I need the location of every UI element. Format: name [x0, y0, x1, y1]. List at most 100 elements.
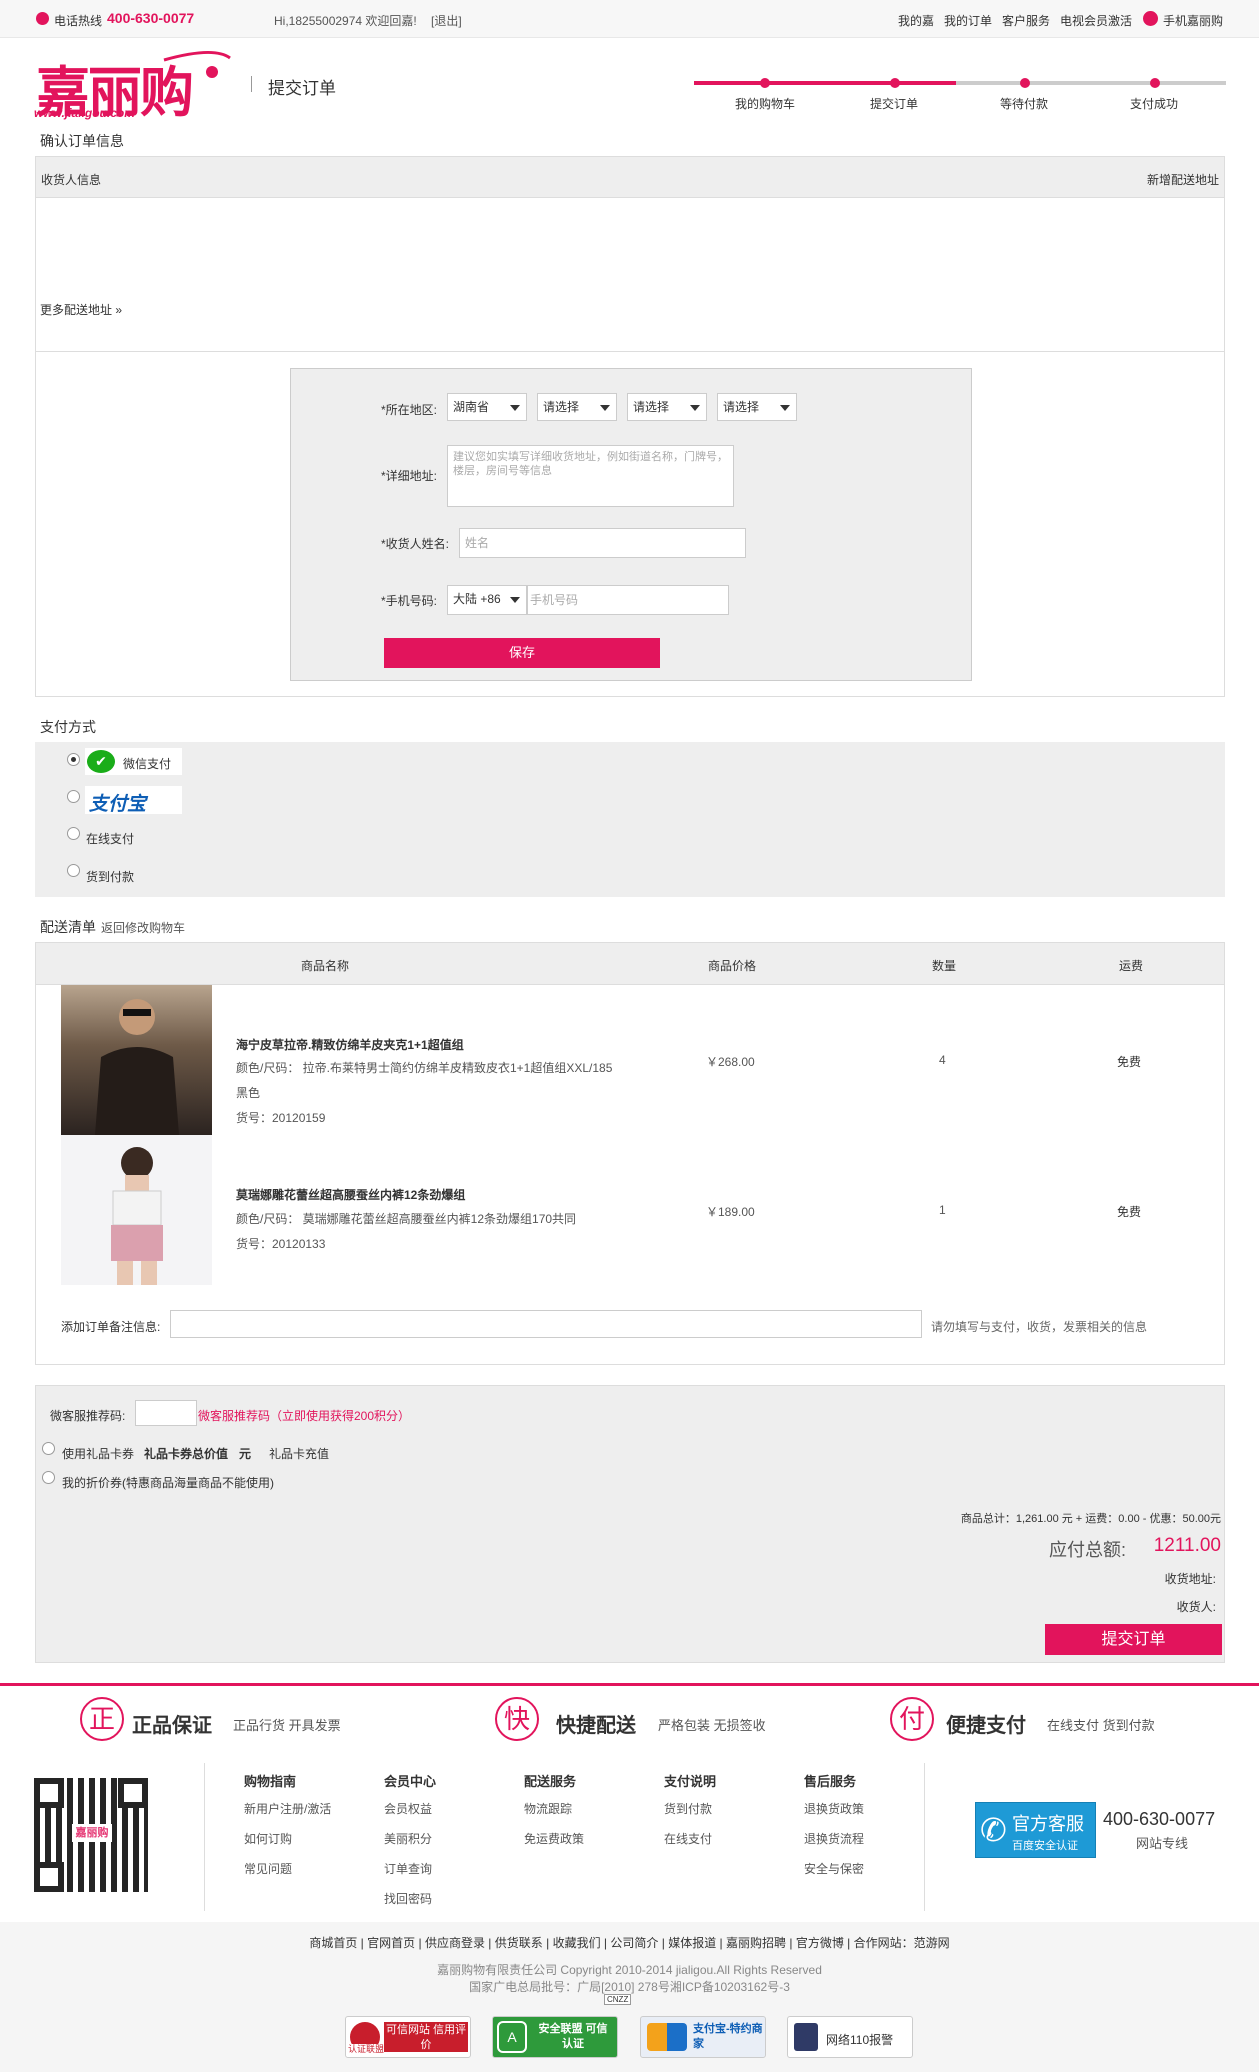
confirm-title: 确认订单信息: [40, 133, 124, 149]
radio-online[interactable]: [67, 827, 80, 840]
footer-link-online[interactable]: 在线支付: [664, 1830, 712, 1847]
footer-link-register[interactable]: 新用户注册/激活: [244, 1800, 331, 1817]
wechat-option[interactable]: ✔ 微信支付: [85, 748, 182, 775]
col-shipping: 运费: [1119, 959, 1144, 973]
item-1-sku: 货号：20120159: [236, 1111, 326, 1125]
radio-coupon[interactable]: [42, 1471, 55, 1484]
alipay-logo: 支付宝: [89, 794, 147, 815]
cnzz-badge[interactable]: CNZZ: [604, 1994, 632, 2005]
footer-link-faq[interactable]: 常见问题: [244, 1860, 292, 1877]
hotline-label: 电话热线: [54, 14, 103, 28]
footer-link-security[interactable]: 安全与保密: [804, 1860, 864, 1877]
phone-input[interactable]: 手机号码: [527, 585, 729, 615]
bottom-link-about[interactable]: 公司简介: [610, 1936, 658, 1950]
service-phone: 400-630-0077: [1103, 1809, 1216, 1829]
logo[interactable]: 嘉丽购 www.jialigou.com: [34, 46, 234, 124]
footer-link-order-query[interactable]: 订单查询: [384, 1860, 432, 1877]
official-service-button[interactable]: ✆ 官方客服 百度安全认证: [975, 1802, 1096, 1858]
country-code-select[interactable]: 大陆 +86: [447, 585, 527, 615]
detail-address-input[interactable]: 建议您如实填写详细收货地址，例如街道名称，门牌号，楼层，房间号等信息: [447, 445, 734, 507]
step-dot-pay: [1020, 78, 1030, 88]
receiver-name-input[interactable]: 姓名: [459, 528, 746, 558]
bottom-link-site-home[interactable]: 官网首页: [367, 1936, 415, 1950]
order-note-input[interactable]: [170, 1310, 922, 1338]
item-1-name[interactable]: 海宁皮草拉帝.精致仿绵羊皮夹克1+1超值组: [236, 1036, 464, 1053]
referrer-input[interactable]: [135, 1400, 197, 1426]
bottom-link-supplier-login[interactable]: 供应商登录: [425, 1936, 485, 1950]
radio-giftcard[interactable]: [42, 1442, 55, 1455]
product-image-underwear[interactable]: [61, 1135, 212, 1285]
qr-finder-bl: [34, 1862, 64, 1892]
wechat-icon: ✔: [87, 750, 115, 773]
order-note-hint: 请勿填写与支付，收货，发票相关的信息: [931, 1320, 1148, 1334]
badge-trusted-site[interactable]: 认证联盟 可信网站 信用评价: [345, 2016, 471, 2058]
save-button[interactable]: 保存: [384, 638, 660, 668]
badge-security-text: 安全联盟 可信认证: [538, 2023, 608, 2050]
referrer-label: 微客服推荐码:: [50, 1409, 126, 1423]
bottom-link-media[interactable]: 媒体报道: [668, 1936, 716, 1950]
bottom-link-supply-contact[interactable]: 供货联系: [495, 1936, 543, 1950]
receiver-divider: [36, 351, 1224, 352]
guarantee-genuine: 正 正品保证 正品行货 开具发票: [80, 1697, 380, 1745]
receiver-title: 收货人信息: [41, 173, 102, 187]
item-2-shipping: 免费: [1117, 1205, 1142, 1219]
badge-trusted-text: 可信网站 信用评价: [384, 2022, 468, 2052]
footer-link-points[interactable]: 美丽积分: [384, 1830, 432, 1847]
badge-police-text: 网络110报警: [826, 2033, 894, 2047]
province-select[interactable]: 湖南省: [447, 393, 527, 421]
badge-security-alliance[interactable]: A 安全联盟 可信认证: [492, 2016, 618, 2058]
footer-col-after-title: 售后服务: [804, 1774, 857, 1789]
top-link-myjia[interactable]: 我的嘉: [898, 12, 934, 29]
genuine-desc: 正品行货 开具发票: [233, 1718, 341, 1733]
step-label-cart: 我的购物车: [735, 97, 796, 111]
online-pay-label: 在线支付: [86, 832, 135, 846]
top-link-mobile[interactable]: 手机嘉丽购: [1163, 12, 1223, 29]
top-link-orders[interactable]: 我的订单: [944, 12, 992, 29]
more-addresses-link[interactable]: 更多配送地址 »: [40, 301, 122, 318]
submit-order-button[interactable]: 提交订单: [1045, 1624, 1222, 1655]
delivery-box: 商品名称 商品价格 数量 运费 海宁皮草拉帝.精致仿绵羊皮夹克1+1超值组 颜色…: [35, 942, 1225, 1365]
top-link-tv-activate[interactable]: 电视会员激活: [1060, 12, 1132, 29]
trusted-seal-text: 认证联盟: [348, 2044, 385, 2054]
guarantee-delivery: 快 快捷配送 严格包装 无损签收: [495, 1697, 815, 1745]
footer-link-return-flow[interactable]: 退换货流程: [804, 1830, 864, 1847]
footer-link-rights[interactable]: 会员权益: [384, 1800, 432, 1817]
district-select[interactable]: 请选择: [627, 393, 707, 421]
back-to-cart-link[interactable]: 返回修改购物车: [101, 919, 185, 936]
qr-code: 嘉丽购: [34, 1778, 148, 1892]
bottom-link-partner[interactable]: 合作网站：范游网: [854, 1936, 950, 1950]
bottom-link-mall-home[interactable]: 商城首页: [309, 1936, 357, 1950]
radio-wechat[interactable]: [67, 753, 80, 766]
delivery-header: 商品名称 商品价格 数量 运费: [36, 943, 1224, 985]
alipay-option[interactable]: 支付宝: [85, 786, 182, 815]
footer-link-free-ship[interactable]: 免运费政策: [524, 1830, 584, 1847]
radio-alipay[interactable]: [67, 790, 80, 803]
product-image-jacket[interactable]: [61, 985, 212, 1135]
top-link-service[interactable]: 客户服务: [1002, 12, 1050, 29]
bottom-link-jobs[interactable]: 嘉丽购招聘: [726, 1936, 786, 1950]
logout-link[interactable]: [退出]: [431, 12, 462, 29]
city-select[interactable]: 请选择: [537, 393, 617, 421]
footer-link-how-order[interactable]: 如何订购: [244, 1830, 292, 1847]
item-1-price: ￥268.00: [706, 1055, 755, 1069]
step-dot-cart: [760, 78, 770, 88]
bottom-link-favorite[interactable]: 收藏我们: [553, 1936, 601, 1950]
giftcard-topup-link[interactable]: 礼品卡充值: [269, 1445, 329, 1462]
add-address-link[interactable]: 新增配送地址: [1147, 171, 1219, 188]
referrer-hint: 微客服推荐码（立即使用获得200积分）: [198, 1409, 411, 1423]
qr-finder-tl: [34, 1778, 64, 1808]
badge-alipay-text: 支付宝-特约商家: [693, 2023, 763, 2050]
item-2-name[interactable]: 莫瑞娜雕花蕾丝超高腰蚕丝内裤12条劲爆组: [236, 1186, 465, 1203]
badge-police-110[interactable]: 网络110报警: [787, 2016, 913, 2058]
footer-link-tracking[interactable]: 物流跟踪: [524, 1800, 572, 1817]
bottom-link-weibo[interactable]: 官方微博: [796, 1936, 844, 1950]
totals-line: 商品总计：1,261.00 元 + 运费：0.00 - 优惠：50.00元: [960, 1513, 1221, 1525]
badge-alipay-merchant[interactable]: 支付宝-特约商家: [640, 2016, 766, 2058]
street-select[interactable]: 请选择: [717, 393, 797, 421]
radio-cod[interactable]: [67, 864, 80, 877]
footer-link-cod[interactable]: 货到付款: [664, 1800, 712, 1817]
footer-link-return-policy[interactable]: 退换货政策: [804, 1800, 864, 1817]
footer-link-password[interactable]: 找回密码: [384, 1890, 432, 1907]
item-1-color: 黑色: [236, 1086, 261, 1100]
footer-col-member-title: 会员中心: [384, 1774, 437, 1789]
